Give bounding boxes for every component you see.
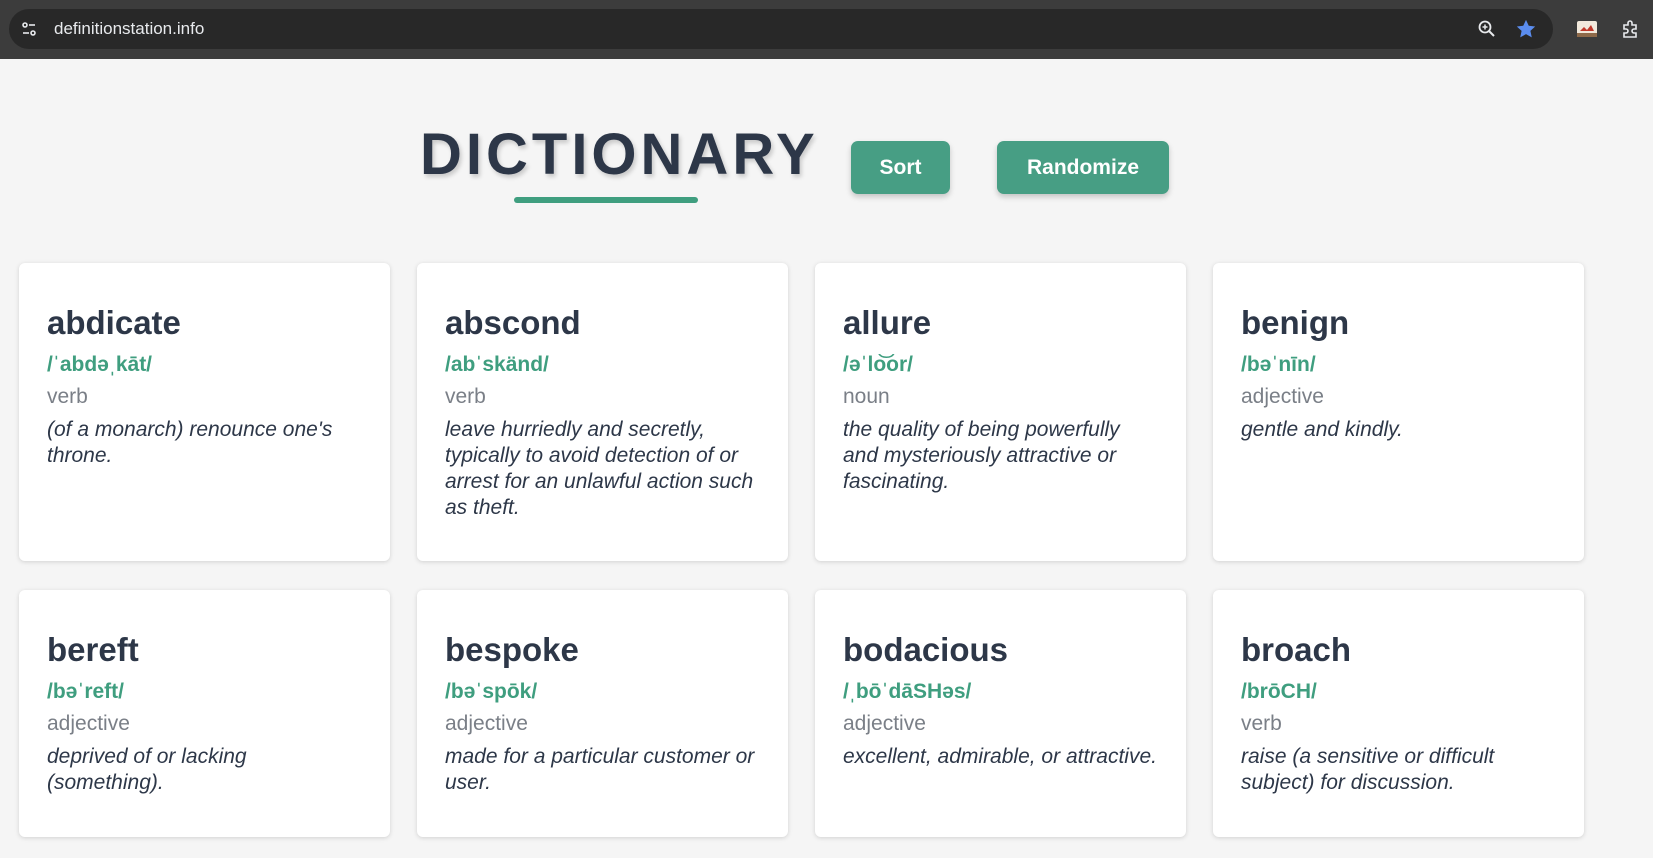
extensions-icon[interactable] bbox=[1620, 18, 1642, 40]
card-definition: excellent, admirable, or attractive. bbox=[843, 745, 1157, 768]
card-pronunciation: /əˈlo͝or/ bbox=[843, 353, 914, 376]
word-card: abscond /abˈskänd/ verb leave hurriedly … bbox=[417, 263, 788, 561]
card-definition: leave hurriedly and secretly, typically … bbox=[445, 418, 754, 519]
address-bar[interactable]: definitionstation.info bbox=[9, 9, 1553, 49]
card-pronunciation: /bəˈspōk/ bbox=[445, 680, 538, 703]
word-card-grid: abdicate /ˈabdəˌkāt/ verb (of a monarch)… bbox=[19, 263, 1584, 837]
card-part-of-speech: adjective bbox=[445, 712, 528, 735]
card-part-of-speech: verb bbox=[47, 385, 88, 408]
card-part-of-speech: verb bbox=[1241, 712, 1282, 735]
word-card: benign /bəˈnīn/ adjective gentle and kin… bbox=[1213, 263, 1584, 561]
card-pronunciation: /ˌbōˈdāSHəs/ bbox=[843, 680, 972, 703]
card-definition: gentle and kindly. bbox=[1241, 418, 1403, 441]
bookmark-star-icon[interactable] bbox=[1515, 18, 1537, 40]
title-underline bbox=[514, 197, 698, 203]
card-definition: deprived of or lacking (something). bbox=[47, 745, 247, 794]
card-word: bespoke bbox=[445, 631, 579, 668]
card-part-of-speech: adjective bbox=[1241, 385, 1324, 408]
card-pronunciation: /ˈabdəˌkāt/ bbox=[47, 353, 153, 376]
card-word: broach bbox=[1241, 631, 1352, 668]
card-part-of-speech: adjective bbox=[843, 712, 926, 735]
reading-list-icon[interactable] bbox=[1576, 18, 1598, 40]
card-word: bodacious bbox=[843, 631, 1009, 668]
word-card: allure /əˈlo͝or/ noun the quality of bei… bbox=[815, 263, 1186, 561]
word-card: bespoke /bəˈspōk/ adjective made for a p… bbox=[417, 590, 788, 837]
card-definition: raise (a sensitive or difficult subject)… bbox=[1241, 745, 1495, 794]
card-part-of-speech: noun bbox=[843, 385, 890, 408]
zoom-icon[interactable] bbox=[1476, 18, 1498, 40]
card-word: abdicate bbox=[47, 304, 181, 341]
card-word: bereft bbox=[47, 631, 139, 668]
randomize-button[interactable]: Randomize bbox=[997, 141, 1169, 194]
sort-button[interactable]: Sort bbox=[851, 141, 950, 194]
site-info-icon[interactable] bbox=[18, 18, 40, 40]
card-pronunciation: /brōCH/ bbox=[1241, 680, 1317, 703]
page-title: DICTIONARY bbox=[420, 122, 819, 187]
word-card: bereft /bəˈreft/ adjective deprived of o… bbox=[19, 590, 390, 837]
card-word: benign bbox=[1241, 304, 1350, 341]
word-card: bodacious /ˌbōˈdāSHəs/ adjective excelle… bbox=[815, 590, 1186, 837]
card-definition: (of a monarch) renounce one's throne. bbox=[47, 418, 333, 467]
card-pronunciation: /bəˈnīn/ bbox=[1241, 353, 1316, 376]
card-pronunciation: /abˈskänd/ bbox=[445, 353, 549, 376]
word-card: abdicate /ˈabdəˌkāt/ verb (of a monarch)… bbox=[19, 263, 390, 561]
card-definition: made for a particular customer or user. bbox=[445, 745, 755, 794]
card-word: allure bbox=[843, 304, 932, 341]
card-part-of-speech: verb bbox=[445, 385, 486, 408]
card-part-of-speech: adjective bbox=[47, 712, 130, 735]
url-text[interactable]: definitionstation.info bbox=[54, 9, 204, 49]
card-pronunciation: /bəˈreft/ bbox=[47, 680, 125, 703]
card-definition: the quality of being powerfully and myst… bbox=[843, 418, 1120, 493]
card-word: abscond bbox=[445, 304, 581, 341]
word-card: broach /brōCH/ verb raise (a sensitive o… bbox=[1213, 590, 1584, 837]
browser-toolbar: definitionstation.info bbox=[0, 0, 1653, 59]
